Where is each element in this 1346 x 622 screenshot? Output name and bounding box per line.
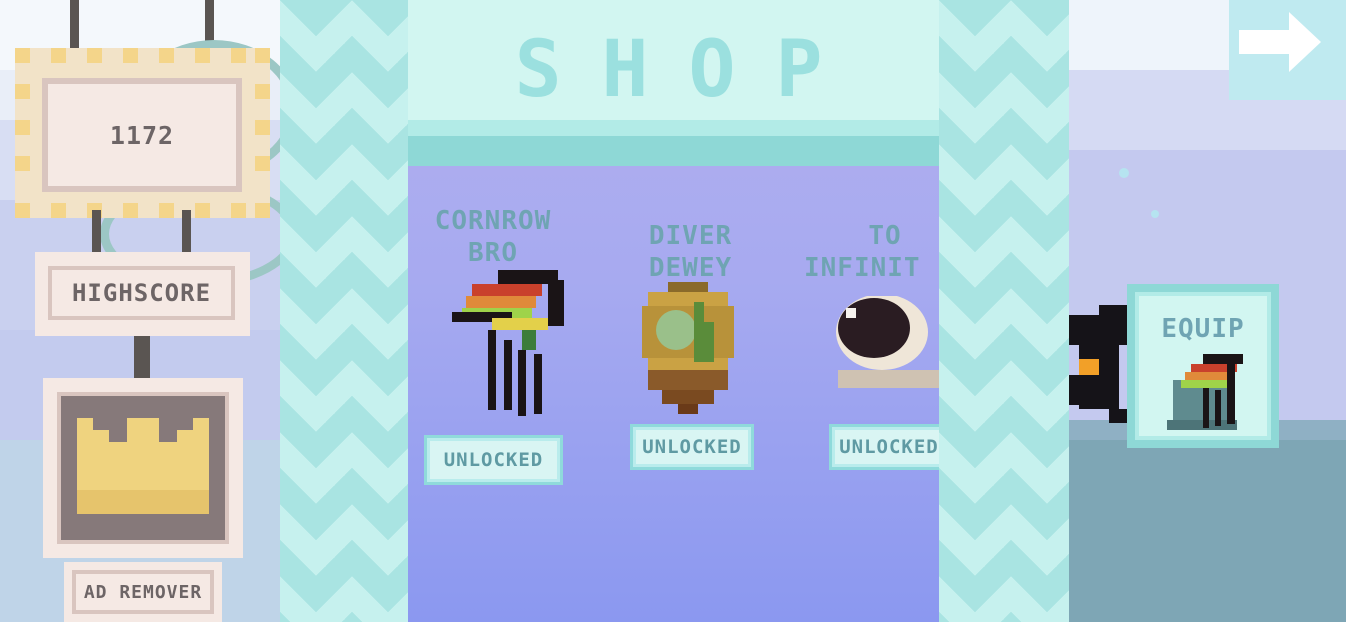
item-name-line2: DEWEY <box>648 253 733 283</box>
score-display: 1172 <box>42 78 242 192</box>
shop-panel: SHOP CORNROW BRO UNLOCKED DIVER DEWEY UN… <box>408 0 939 622</box>
equipped-preview-icon <box>1167 354 1243 430</box>
rope <box>92 210 101 255</box>
highscore-label: HIGHSCORE <box>48 266 235 320</box>
sea-floor <box>1069 440 1346 622</box>
crown-panel <box>57 392 229 544</box>
item-name-line1: DIVER <box>648 221 733 251</box>
rope <box>182 210 191 255</box>
shop-item-cornrow-bro[interactable]: CORNROW BRO <box>408 205 578 269</box>
space-helmet-icon[interactable] <box>836 296 939 388</box>
crown-icon <box>77 418 209 514</box>
ad-remover-label: AD REMOVER <box>72 570 214 614</box>
score-value: 1172 <box>109 120 175 150</box>
unlocked-button[interactable]: UNLOCKED <box>829 424 939 470</box>
equip-panel: EQUIP <box>1135 292 1271 440</box>
ad-remover-frame[interactable] <box>43 378 243 558</box>
unlocked-label: UNLOCKED <box>832 427 939 467</box>
shop-header-divider <box>408 136 939 166</box>
item-name-line2: INFINIT <box>804 253 921 283</box>
zigzag-border-right <box>939 0 1069 622</box>
highscore-button[interactable]: HIGHSCORE <box>35 252 250 336</box>
shop-item-to-infinity[interactable]: TO INFINIT <box>800 220 939 284</box>
zigzag-border-left <box>280 0 408 622</box>
shop-header-divider <box>408 120 939 136</box>
shop-title: SHOP <box>514 25 863 115</box>
left-panel: 1172 HIGHSCORE AD REMOVER <box>0 0 280 622</box>
right-panel: EQUIP <box>1069 0 1346 622</box>
item-name-line2: BRO <box>468 238 518 268</box>
diving-helmet-icon[interactable] <box>638 282 738 414</box>
unlocked-label: UNLOCKED <box>427 438 560 482</box>
bubble <box>1151 210 1159 218</box>
unlocked-label: UNLOCKED <box>633 427 751 467</box>
cornrow-hat-icon[interactable] <box>452 270 566 420</box>
next-arrow-icon[interactable] <box>1229 0 1346 100</box>
equip-label: EQUIP <box>1161 314 1245 344</box>
shop-item-diver-dewey[interactable]: DIVER DEWEY <box>608 220 773 284</box>
unlocked-button[interactable]: UNLOCKED <box>630 424 754 470</box>
rope <box>134 336 150 380</box>
item-name-line1: TO <box>868 221 902 251</box>
unlocked-button[interactable]: UNLOCKED <box>424 435 563 485</box>
equip-button[interactable]: EQUIP <box>1127 284 1279 448</box>
ad-remover-button[interactable]: AD REMOVER <box>64 562 222 622</box>
item-name-line1: CORNROW <box>434 206 552 236</box>
character-icon <box>1069 305 1129 423</box>
rope <box>70 0 79 52</box>
bubble <box>1119 168 1129 178</box>
